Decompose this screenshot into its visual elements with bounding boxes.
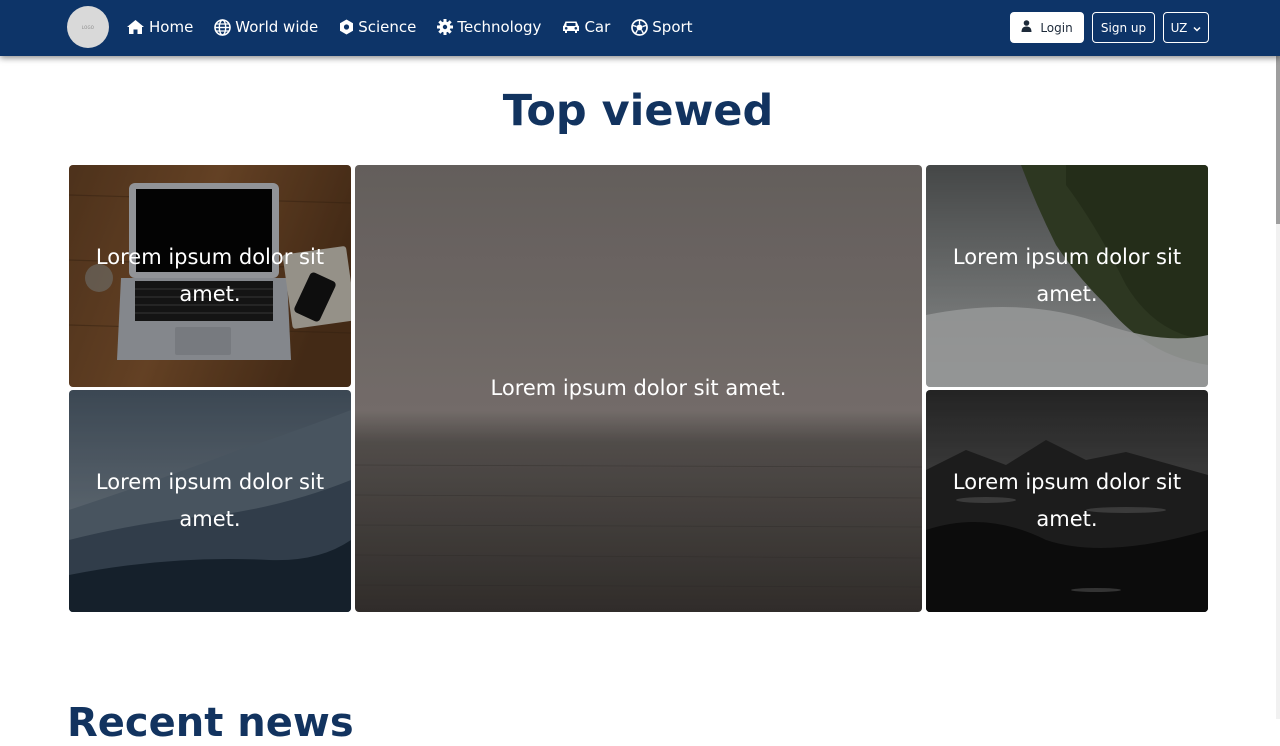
nav-link-label: World wide bbox=[235, 18, 319, 36]
card-caption: Lorem ipsum dolor sit amet. bbox=[952, 470, 1182, 531]
logo[interactable]: LOGO bbox=[67, 6, 109, 48]
nav-link-label: Science bbox=[358, 18, 417, 36]
page-scrollbar[interactable] bbox=[1276, 0, 1280, 719]
card-caption: Lorem ipsum dolor sit amet. bbox=[952, 245, 1182, 306]
recent-news-title: Recent news bbox=[67, 700, 354, 746]
signup-label: Sign up bbox=[1100, 20, 1147, 35]
nav-link-science[interactable]: Science bbox=[339, 18, 416, 36]
news-card-shore[interactable]: Lorem ipsum dolor sit amet. bbox=[926, 390, 1208, 612]
atom-icon bbox=[339, 19, 354, 35]
news-card-cliff[interactable]: Lorem ipsum dolor sit amet. bbox=[926, 165, 1208, 387]
nav-link-home[interactable]: Home bbox=[126, 18, 193, 36]
nav-link-label: Technology bbox=[457, 18, 542, 36]
auth-controls: Login Sign up UZ bbox=[1010, 12, 1209, 43]
signup-button[interactable]: Sign up bbox=[1092, 12, 1155, 43]
car-icon bbox=[562, 20, 580, 34]
football-icon bbox=[631, 18, 649, 36]
gear-icon bbox=[437, 19, 454, 35]
navbar: LOGO Home World wide Science Technology bbox=[0, 0, 1280, 56]
nav-link-world-wide[interactable]: World wide bbox=[214, 18, 318, 36]
news-card-sea[interactable]: Lorem ipsum dolor sit amet. bbox=[355, 165, 922, 612]
login-label: Login bbox=[1040, 20, 1073, 35]
logo-text: LOGO bbox=[81, 24, 95, 30]
chevron-down-icon bbox=[1193, 21, 1201, 35]
home-icon bbox=[126, 19, 145, 35]
nav-link-label: Sport bbox=[652, 18, 693, 36]
nav-link-label: Car bbox=[584, 18, 611, 36]
nav-link-technology[interactable]: Technology bbox=[437, 18, 541, 36]
news-card-laptop[interactable]: Lorem ipsum dolor sit amet. bbox=[69, 165, 351, 387]
language-value: UZ bbox=[1170, 20, 1188, 35]
news-card-mountains[interactable]: Lorem ipsum dolor sit amet. bbox=[69, 390, 351, 612]
nav-links: Home World wide Science Technology Car S… bbox=[126, 0, 693, 54]
language-select[interactable]: UZ bbox=[1163, 12, 1209, 43]
card-caption: Lorem ipsum dolor sit amet. bbox=[490, 376, 787, 400]
card-caption: Lorem ipsum dolor sit amet. bbox=[95, 245, 325, 306]
user-icon bbox=[1021, 20, 1032, 35]
nav-link-label: Home bbox=[149, 18, 194, 36]
login-button[interactable]: Login bbox=[1010, 12, 1084, 43]
top-viewed-title: Top viewed bbox=[502, 86, 774, 136]
globe-icon bbox=[214, 18, 232, 36]
nav-link-car[interactable]: Car bbox=[562, 18, 610, 36]
nav-link-sport[interactable]: Sport bbox=[631, 18, 693, 36]
card-caption: Lorem ipsum dolor sit amet. bbox=[95, 470, 325, 531]
